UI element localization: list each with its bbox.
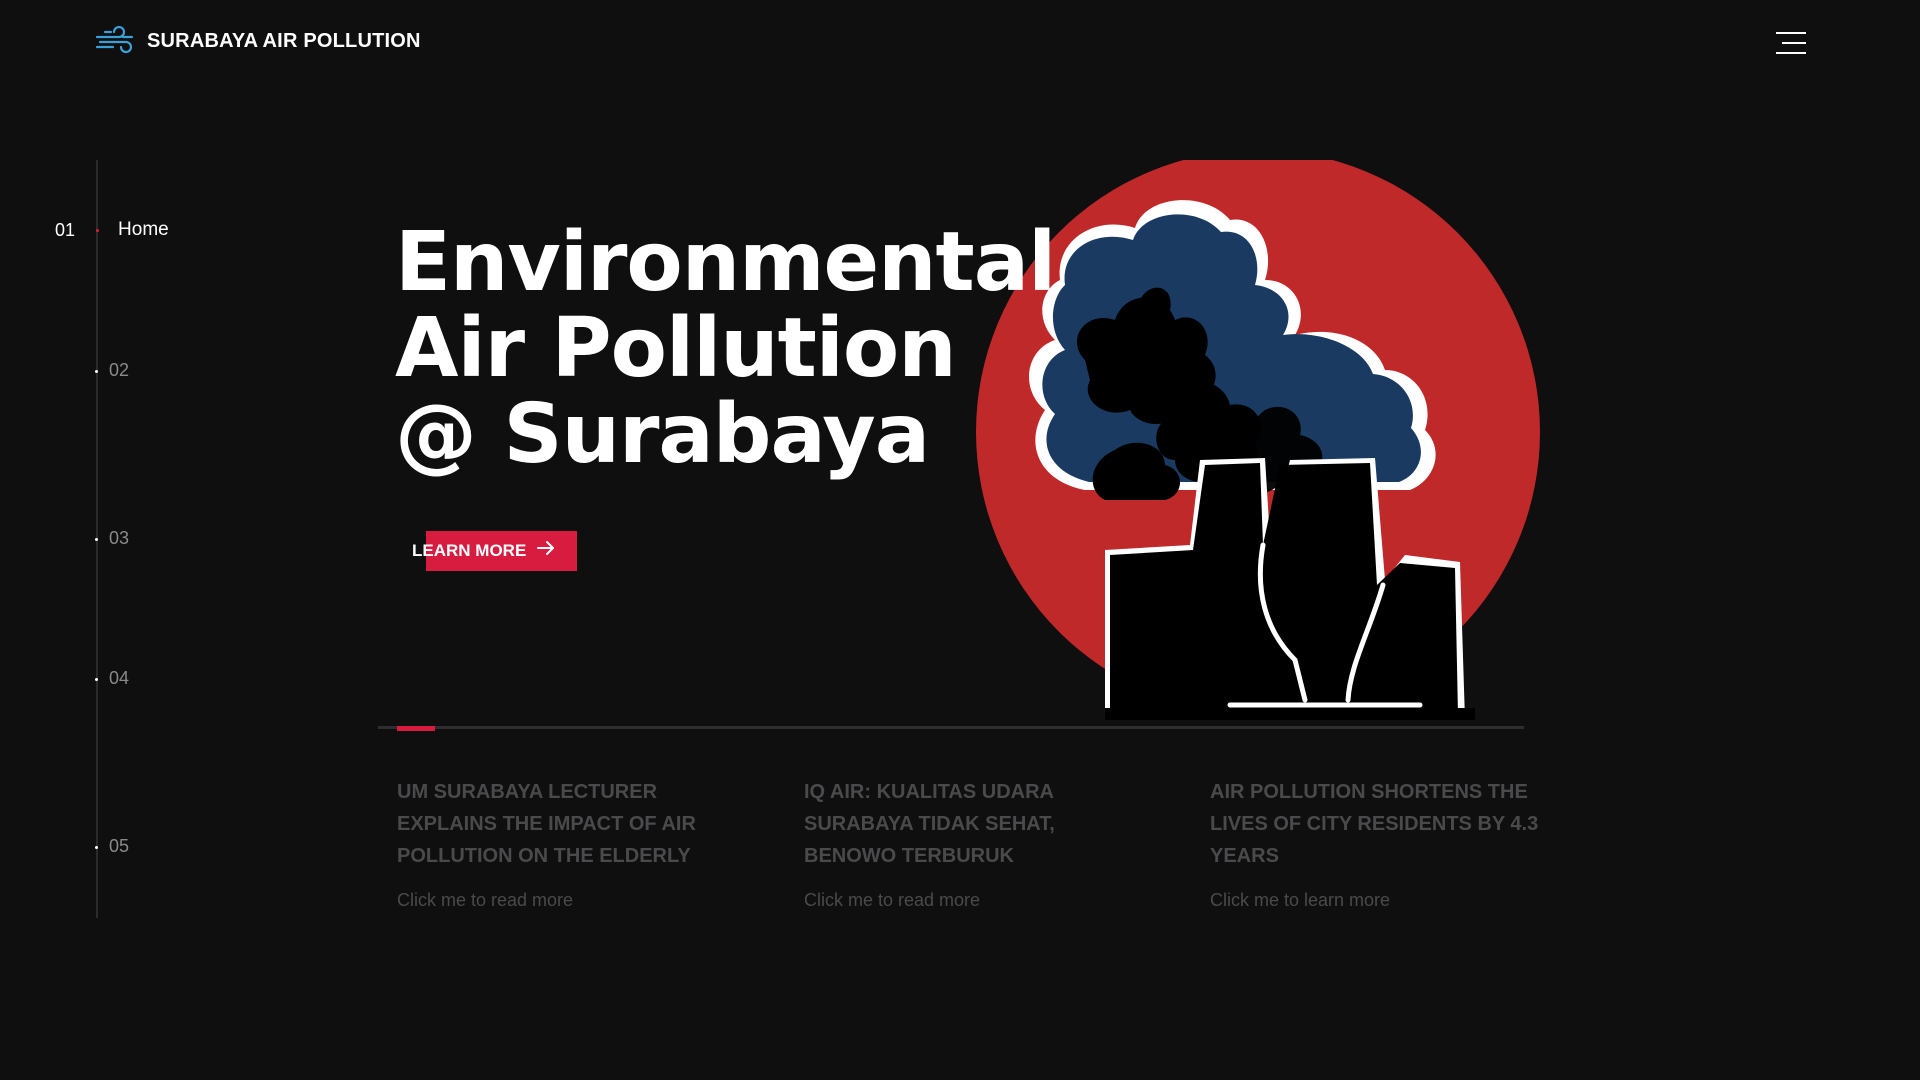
sidenav-dot — [95, 370, 98, 373]
sidenav-dot — [95, 846, 98, 849]
sidenav-label: Home — [118, 219, 169, 240]
sidenav-item-home[interactable]: 01 Home — [55, 219, 169, 241]
slider-progress-track — [378, 726, 1524, 729]
news-card[interactable]: AIR POLLUTION SHORTENS THE LIVES OF CITY… — [1210, 776, 1550, 911]
page: SURABAYA AIR POLLUTION 01 Home 02 03 04 … — [0, 0, 1920, 1080]
news-card-link[interactable]: Click me to read more — [804, 890, 1144, 911]
hero-title-line: Air Pollution — [395, 301, 957, 396]
sidenav-item-02[interactable]: 02 — [95, 360, 129, 381]
news-card-link[interactable]: Click me to learn more — [1210, 890, 1550, 911]
news-card-link[interactable]: Click me to read more — [397, 890, 737, 911]
sidenav-item-05[interactable]: 05 — [95, 836, 129, 857]
news-card-title: UM SURABAYA LECTURER EXPLAINS THE IMPACT… — [397, 781, 696, 867]
hero-title-line: Environmental — [395, 215, 1056, 310]
sidenav-number: 03 — [109, 528, 130, 548]
news-card-title: IQ AIR: KUALITAS UDARA SURABAYA TIDAK SE… — [804, 781, 1055, 867]
sidenav-dot — [96, 228, 99, 232]
news-card[interactable]: IQ AIR: KUALITAS UDARA SURABAYA TIDAK SE… — [804, 776, 1144, 911]
hamburger-menu-icon[interactable] — [1776, 32, 1806, 54]
sidenav-dot — [95, 538, 98, 541]
sidenav-number: 02 — [109, 360, 130, 380]
hero-title: Environmental Air Pollution @ Surabaya — [395, 220, 1115, 478]
wind-icon[interactable] — [95, 26, 135, 56]
sidenav-number: 01 — [55, 219, 76, 240]
site-title[interactable]: SURABAYA AIR POLLUTION — [147, 30, 421, 53]
site-header: SURABAYA AIR POLLUTION — [95, 26, 421, 56]
hero-title-line: @ Surabaya — [395, 387, 930, 482]
news-card[interactable]: UM SURABAYA LECTURER EXPLAINS THE IMPACT… — [397, 776, 737, 911]
sidenav-item-03[interactable]: 03 — [95, 528, 129, 549]
sidenav-number: 05 — [109, 836, 130, 856]
sidenav-number: 04 — [109, 668, 130, 688]
news-card-title: AIR POLLUTION SHORTENS THE LIVES OF CITY… — [1210, 781, 1539, 867]
sidenav-dot — [95, 678, 98, 681]
slider-progress-fill — [397, 726, 435, 731]
learn-more-button[interactable] — [426, 531, 577, 571]
sidenav-item-04[interactable]: 04 — [95, 668, 129, 689]
